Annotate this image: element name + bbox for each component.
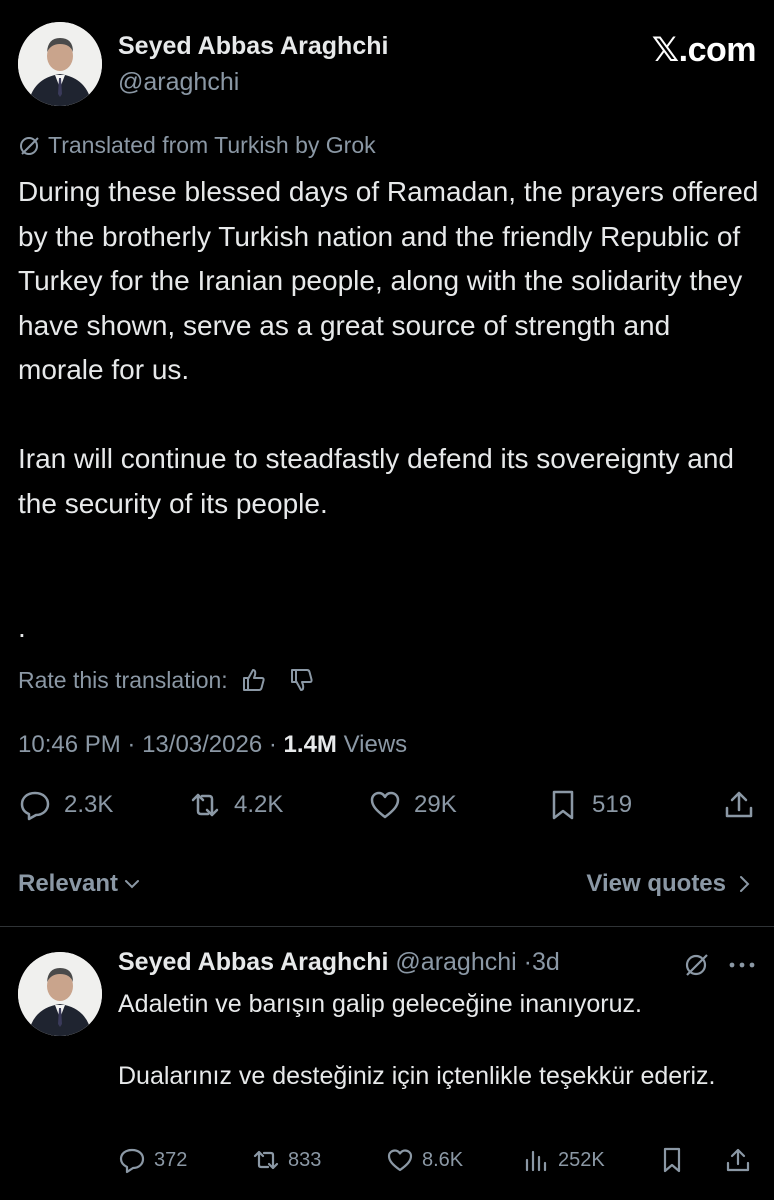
reply-author-handle[interactable]: @araghchi [395, 948, 516, 976]
bookmark-count: 519 [592, 791, 633, 818]
tweet-actions: 2.3K 4.2K 29K 519 [18, 788, 758, 828]
sort-relevant[interactable]: Relevant [18, 870, 140, 898]
views-icon [525, 1150, 547, 1172]
reply-like-button[interactable]: 8.6K [386, 1146, 463, 1174]
views-label: Views [343, 731, 408, 758]
chevron-right-icon [740, 876, 750, 892]
bookmark-button[interactable]: 519 [546, 788, 632, 822]
tweet-time[interactable]: 10:46 PM [18, 731, 121, 758]
thumbs-up-icon[interactable] [240, 666, 268, 694]
tweet-date[interactable]: 13/03/2026 [142, 731, 262, 758]
like-button[interactable]: 29K [368, 788, 457, 822]
bookmark-icon [552, 790, 574, 820]
tweet-paragraph: Iran will continue to steadfastly defend… [18, 443, 734, 519]
tweet-text: During these blessed days of Ramadan, th… [18, 170, 763, 526]
rate-label: Rate this translation: [18, 666, 228, 693]
reply-share-button[interactable] [724, 1146, 760, 1174]
tweet-meta: 10:46 PM · 13/03/2026 · 1.4M Views [18, 731, 407, 759]
reply-actions: 372 833 8.6K 252K [118, 1146, 758, 1178]
reply-text: Adaletin ve barışın galip geleceğine ina… [118, 986, 758, 1094]
share-icon [726, 1148, 750, 1172]
grok-icon [20, 136, 39, 155]
like-count: 29K [414, 791, 457, 818]
repost-icon [191, 793, 219, 817]
divider [0, 926, 774, 927]
meta-separator: · [127, 731, 143, 758]
reply-count: 2.3K [64, 791, 114, 818]
reply-paragraph: Dualarınız ve desteğiniz için içtenlikle… [118, 1062, 716, 1090]
repost-button[interactable]: 4.2K [188, 788, 283, 822]
avatar[interactable] [18, 22, 102, 106]
reply-like-count: 8.6K [422, 1148, 464, 1171]
bookmark-icon [663, 1147, 681, 1173]
reply-reply-count: 372 [154, 1148, 188, 1171]
meta-separator: · [268, 731, 284, 758]
share-button[interactable] [722, 788, 768, 822]
reply-bookmark-button[interactable] [658, 1146, 694, 1174]
reply-reply-button[interactable]: 372 [118, 1146, 187, 1174]
view-quotes-link[interactable]: View quotes [586, 870, 752, 898]
tweet-header: Seyed Abbas Araghchi @araghchi 𝕏.com [18, 22, 758, 112]
reply-icon [20, 791, 50, 821]
translation-label: Translated from Turkish by Grok [48, 132, 376, 158]
reply-icon [119, 1148, 145, 1174]
meta-separator: · [523, 948, 532, 976]
reply-avatar[interactable] [18, 952, 102, 1036]
reply-author-name[interactable]: Seyed Abbas Araghchi [118, 948, 388, 976]
repost-icon [253, 1150, 279, 1170]
reply-paragraph: Adaletin ve barışın galip geleceğine ina… [118, 990, 642, 1018]
chevron-down-icon [125, 880, 140, 889]
views-count: 1.4M [283, 731, 337, 758]
reply-header: Seyed Abbas Araghchi @araghchi ·3d [118, 948, 560, 977]
reply-repost-count: 833 [288, 1148, 322, 1171]
translation-note: Translated from Turkish by Grok [18, 132, 376, 159]
site-watermark: 𝕏.com [651, 31, 757, 69]
like-icon [387, 1149, 413, 1172]
sort-label: Relevant [18, 870, 119, 897]
reply-views-count: 252K [558, 1148, 605, 1171]
grok-icon[interactable] [682, 950, 712, 980]
repost-count: 4.2K [234, 791, 284, 818]
reply-views-button[interactable]: 252K [522, 1146, 605, 1174]
rate-translation: Rate this translation: [18, 666, 316, 694]
reply-button[interactable]: 2.3K [18, 788, 113, 822]
reply-age[interactable]: 3d [532, 948, 560, 976]
author-handle[interactable]: @araghchi [118, 68, 239, 97]
more-icon[interactable] [726, 950, 758, 980]
tweet-paragraph: During these blessed days of Ramadan, th… [18, 176, 759, 385]
reply-repost-button[interactable]: 833 [252, 1146, 321, 1174]
tweet-trailing: . [18, 612, 26, 643]
like-icon [370, 791, 400, 819]
thumbs-down-icon[interactable] [288, 666, 316, 694]
author-name[interactable]: Seyed Abbas Araghchi [118, 32, 388, 61]
share-icon [725, 791, 753, 818]
view-quotes-label: View quotes [586, 870, 726, 897]
